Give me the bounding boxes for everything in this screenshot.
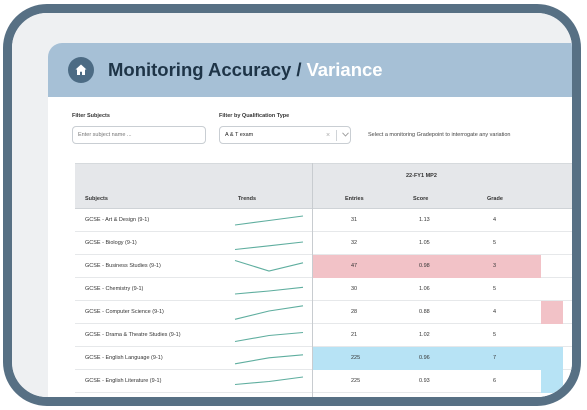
table-row[interactable]: GCSE - Art & Design (9-1) 31 1.13 4 [75,209,572,232]
grade-value: 6 [493,378,497,384]
grade-value: 5 [493,401,496,403]
score-value: 0.98 [419,263,430,269]
grade-value: 7 [493,355,497,361]
variance-table: 22-FY1 MP2 Subjects Trends Entries Score… [75,163,572,403]
trend-sparkline [234,376,304,386]
trend-sparkline [234,354,304,365]
table-row[interactable]: GCSE - Biology (9-1) 32 1.05 5 [75,232,572,255]
trend-sparkline [234,215,304,226]
entries-value: 28 [351,309,358,315]
close-icon[interactable]: × [323,132,333,139]
table-column-header [75,189,572,209]
trend-line [234,241,304,251]
column-divider [312,163,313,397]
subject-name[interactable]: GCSE - Chemistry (9-1) [85,286,143,292]
trend-line [234,215,304,226]
trend-sparkline [233,395,305,403]
chevron-down-icon[interactable] [340,131,350,139]
table-row[interactable]: GCSE - English Literature (9-1) 225 0.93 6 [75,370,572,393]
subject-name[interactable]: GCSE - English Language (9-1) [85,355,163,361]
page-title-accent: Variance [306,59,383,80]
score-value: 1.02 [419,332,430,338]
subject-filter-label: Filter Subjects [72,113,110,119]
grade-value: 5 [493,286,497,292]
filters-bar: Filter Subjects Filter by Qualification … [72,113,572,153]
grade-value: 4 [493,217,497,223]
trend-line [235,400,303,403]
subject-name[interactable]: GCSE - French (9-1) [85,401,136,403]
trend-line [234,305,304,320]
app-window: Monitoring Accuracy / Variance Filter Subj… [48,43,572,403]
grade-value: 5 [493,240,497,246]
home-button[interactable] [68,57,94,83]
trend-line [234,331,304,343]
qualification-select-value: A & T exam [225,132,254,138]
score-value: 1.13 [419,217,430,223]
trend-line [234,259,304,272]
qualification-filter-label: Filter by Qualification Type [219,113,290,119]
table-row[interactable]: GCSE - Drama & Theatre Studies (9-1) 21 1.… [75,324,572,347]
entries-value: 225 [351,355,361,361]
column-entries[interactable]: Entries [345,196,364,202]
column-trends: Trends [238,196,257,202]
home-icon [75,64,87,75]
next-gradepoint-highlight [541,301,563,324]
device-frame: Monitoring Accuracy / Variance Filter Subj… [3,4,581,406]
score-value: 0.93 [419,378,430,384]
subject-name[interactable]: GCSE - Drama & Theatre Studies (9-1) [85,332,181,338]
page-header: Monitoring Accuracy / Variance [48,43,572,97]
trend-line [234,354,304,365]
score-value: 0.88 [419,309,430,315]
entries-value: 30 [351,286,358,292]
score-value: 0.96 [419,355,430,361]
grade-value: 5 [493,332,497,338]
trend-line [234,286,304,295]
page-title: Monitoring Accuracy / Variance [108,59,383,81]
entries-value: 31 [351,217,358,223]
entries-value: 45 [351,401,357,403]
trend-sparkline [234,286,304,295]
score-value: 1.05 [419,240,430,246]
subject-name[interactable]: GCSE - Art & Design (9-1) [85,217,149,223]
subject-name[interactable]: GCSE - English Literature (9-1) [85,378,161,384]
table-row[interactable]: GCSE - Chemistry (9-1) 30 1.06 5 [75,278,572,301]
subject-name[interactable]: GCSE - Biology (9-1) [85,240,137,246]
next-gradepoint-highlight [541,347,563,370]
trend-sparkline [234,241,304,251]
table-group-header: 22-FY1 MP2 [75,163,572,189]
entries-value: 32 [351,240,358,246]
subject-search-input[interactable] [72,126,206,144]
page-title-separator: / [296,59,302,80]
entries-value: 47 [351,263,358,269]
subject-name[interactable]: GCSE - Computer Science (9-1) [85,309,164,315]
gradepoint-hint: Select a monitoring Gradepoint to interr… [368,132,511,138]
trend-sparkline [234,259,304,272]
trend-line [234,376,304,386]
subject-name[interactable]: GCSE - Business Studies (9-1) [85,263,161,269]
grade-value: 3 [493,263,497,269]
score-value: 0.95 [419,401,430,403]
select-divider [336,129,337,141]
next-gradepoint-highlight [541,370,563,393]
entries-value: 225 [351,378,361,384]
table-row[interactable]: GCSE - Computer Science (9-1) 28 0.88 4 [75,301,572,324]
column-grade[interactable]: Grade [487,196,503,202]
gradepoint-title[interactable]: 22-FY1 MP2 [406,173,437,179]
trend-sparkline [234,331,304,343]
qualification-select[interactable]: A & T exam × [219,126,351,144]
trend-sparkline [234,305,304,320]
page-title-main: Monitoring Accuracy [108,59,292,80]
table-row[interactable]: GCSE - French (9-1) 45 0.95 5 [75,393,572,403]
grade-value: 4 [493,309,497,315]
score-value: 1.06 [419,286,430,292]
column-subjects[interactable]: Subjects [85,196,108,202]
table-row[interactable]: GCSE - English Language (9-1) 225 0.96 7 [75,347,572,370]
table-row[interactable]: GCSE - Business Studies (9-1) 47 0.98 3 [75,255,572,278]
entries-value: 21 [351,332,358,338]
column-score[interactable]: Score [413,196,428,202]
